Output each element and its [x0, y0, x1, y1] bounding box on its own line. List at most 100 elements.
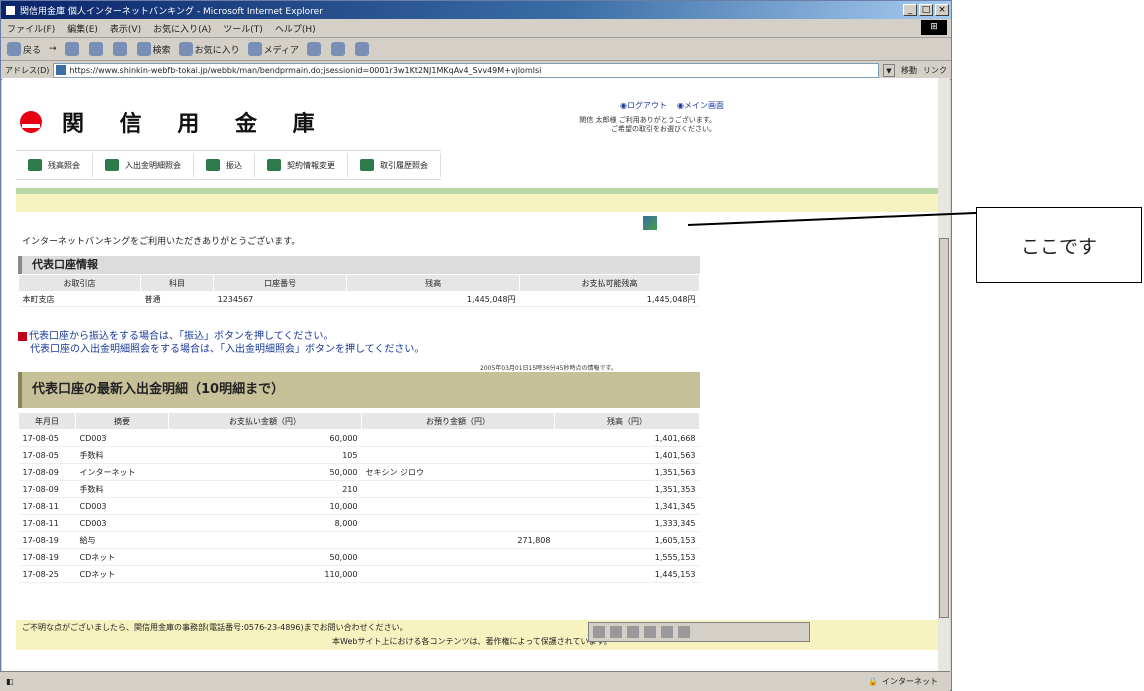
description-cell: 手数料	[75, 480, 169, 498]
menu-edit[interactable]: 編集(E)	[67, 22, 98, 35]
mail-icon	[330, 42, 345, 56]
close-button[interactable]: ×	[935, 4, 949, 16]
tx-header: 摘要	[75, 412, 169, 430]
maximize-button[interactable]: □	[919, 4, 933, 16]
media-icon	[247, 42, 262, 56]
mail-button[interactable]	[330, 42, 347, 56]
ime-toolbar[interactable]	[588, 622, 810, 642]
menu-favorites[interactable]: お気に入り(A)	[153, 22, 211, 35]
balance-cell: 1,333,345	[554, 514, 700, 532]
address-label: アドレス(D)	[5, 65, 50, 75]
available-balance-cell: 1,445,048円	[519, 291, 700, 307]
deposit-cell	[361, 565, 555, 583]
refresh-button[interactable]	[88, 42, 105, 56]
main-nav: 残高照会 入出金明細照会 振込 契約情報変更 取引履歴照会	[16, 150, 441, 180]
balance-cell: 1,351,563	[554, 463, 700, 481]
ime-icon[interactable]	[593, 626, 605, 638]
deposit-cell: 271,808	[361, 531, 555, 549]
recent-transactions: 代表口座の最新入出金明細（10明細まで） 年月日 摘要 お支払い金額（円） お預…	[18, 372, 700, 583]
back-button[interactable]: 戻る	[7, 42, 41, 56]
print-icon	[354, 42, 369, 56]
deposit-cell	[361, 497, 555, 515]
deposit-cell	[361, 514, 555, 532]
go-button[interactable]: 移動	[901, 65, 917, 76]
media-button[interactable]: メディア	[247, 42, 299, 56]
address-url: https://www.shinkin-webfb-tokai.jp/webbk…	[69, 65, 542, 75]
home-icon	[112, 42, 127, 56]
table-row: 17-08-25 CDネット 110,000 1,445,153	[18, 565, 700, 583]
nav-balance-inquiry[interactable]: 残高照会	[16, 153, 93, 177]
rep-header: 科目	[139, 274, 215, 292]
payment-cell: 105	[168, 446, 362, 464]
bank-name: 関 信 用 金 庫	[62, 111, 329, 137]
address-dropdown-button[interactable]: ▼	[883, 63, 895, 77]
nav-history[interactable]: 取引履歴照会	[348, 153, 441, 177]
balance-cell: 1,605,153	[554, 531, 700, 549]
pattern-band	[16, 194, 938, 212]
table-row: 17-08-05 手数料 105 1,401,563	[18, 446, 700, 464]
coin-icon	[28, 159, 42, 171]
top-links: ◉ログアウト ◉メイン画面	[620, 100, 724, 111]
bank-logo-icon	[20, 111, 42, 133]
description-cell: CDネット	[75, 548, 169, 566]
zone-label: インターネット	[882, 677, 938, 686]
logout-link[interactable]: ◉ログアウト	[620, 100, 667, 111]
nav-contract-change[interactable]: 契約情報変更	[255, 153, 348, 177]
welcome-line-2: ご希望の取引をお選びください。	[611, 125, 716, 133]
description-cell: CD003	[75, 497, 169, 515]
balance-cell: 1,401,563	[554, 446, 700, 464]
rep-header: 残高	[346, 274, 521, 292]
notice-line-1: 代表口座から振込をする場合は、「振込」ボタンを押してください。	[29, 331, 334, 342]
print-button[interactable]	[354, 42, 371, 56]
ime-icon[interactable]	[627, 626, 639, 638]
tx-header: お支払い金額（円）	[168, 412, 362, 430]
balance-cell: 1,401,668	[554, 429, 700, 447]
table-row: 17-08-09 手数料 210 1,351,353	[18, 480, 700, 498]
menu-help[interactable]: ヘルプ(H)	[275, 22, 316, 35]
rep-header: 口座番号	[213, 274, 348, 292]
thanks-message: インターネットバンキングをご利用いただきありがとうございます。	[22, 237, 301, 247]
minimize-button[interactable]: _	[903, 4, 917, 16]
ime-icon[interactable]	[644, 626, 656, 638]
user-settings-icon	[267, 159, 281, 171]
nav-transaction-inquiry[interactable]: 入出金明細照会	[93, 153, 194, 177]
menu-file[interactable]: ファイル(F)	[7, 22, 55, 35]
menu-view[interactable]: 表示(V)	[110, 22, 141, 35]
links-button[interactable]: リンク	[923, 65, 947, 76]
favorites-button[interactable]: お気に入り	[178, 42, 240, 56]
recent-title: 代表口座の最新入出金明細（10明細まで）	[18, 372, 700, 408]
ime-icon[interactable]	[678, 626, 690, 638]
address-input[interactable]: https://www.shinkin-webfb-tokai.jp/webbk…	[53, 62, 879, 78]
payment-cell: 50,000	[168, 463, 362, 481]
tx-header: 残高（円）	[554, 412, 700, 430]
main-menu-link[interactable]: ◉メイン画面	[677, 100, 724, 111]
deposit-cell	[361, 548, 555, 566]
payment-cell: 10,000	[168, 497, 362, 515]
description-cell: 手数料	[75, 446, 169, 464]
description-cell: CDネット	[75, 565, 169, 583]
search-icon	[136, 42, 151, 56]
vertical-scrollbar[interactable]	[938, 78, 950, 671]
scrollbar-thumb[interactable]	[939, 238, 949, 618]
stop-button[interactable]	[64, 42, 81, 56]
back-arrow-icon	[7, 42, 21, 56]
ime-icon[interactable]	[610, 626, 622, 638]
welcome-message: 関信 太郎様 ご利用ありがとうございます。 ご希望の取引をお選びください。	[579, 116, 716, 134]
description-cell: インターネット	[75, 463, 169, 481]
ime-icon[interactable]	[661, 626, 673, 638]
stop-icon	[64, 42, 79, 56]
table-row: 本町支店 普通 1234567 1,445,048円 1,445,048円	[18, 291, 700, 307]
menu-tools[interactable]: ツール(T)	[223, 22, 263, 35]
search-button[interactable]: 検索	[136, 42, 171, 56]
nav-transfer[interactable]: 振込	[194, 153, 255, 177]
representative-title: 代表口座情報	[18, 256, 700, 274]
representative-account: 代表口座情報 お取引店 科目 口座番号 残高 お支払可能残高 本町支店 普通 1…	[18, 256, 700, 307]
history-button[interactable]	[306, 42, 323, 56]
description-cell: 給与	[75, 531, 169, 549]
payment-cell: 210	[168, 480, 362, 498]
notice-line-2: 代表口座の入出金明細照会をする場合は、「入出金明細照会」ボタンを押してください。	[30, 344, 425, 355]
forward-button[interactable]: →	[49, 44, 57, 54]
home-button[interactable]	[112, 42, 129, 56]
tx-header: お預り金額（円）	[361, 412, 555, 430]
balance-cell: 1,351,353	[554, 480, 700, 498]
